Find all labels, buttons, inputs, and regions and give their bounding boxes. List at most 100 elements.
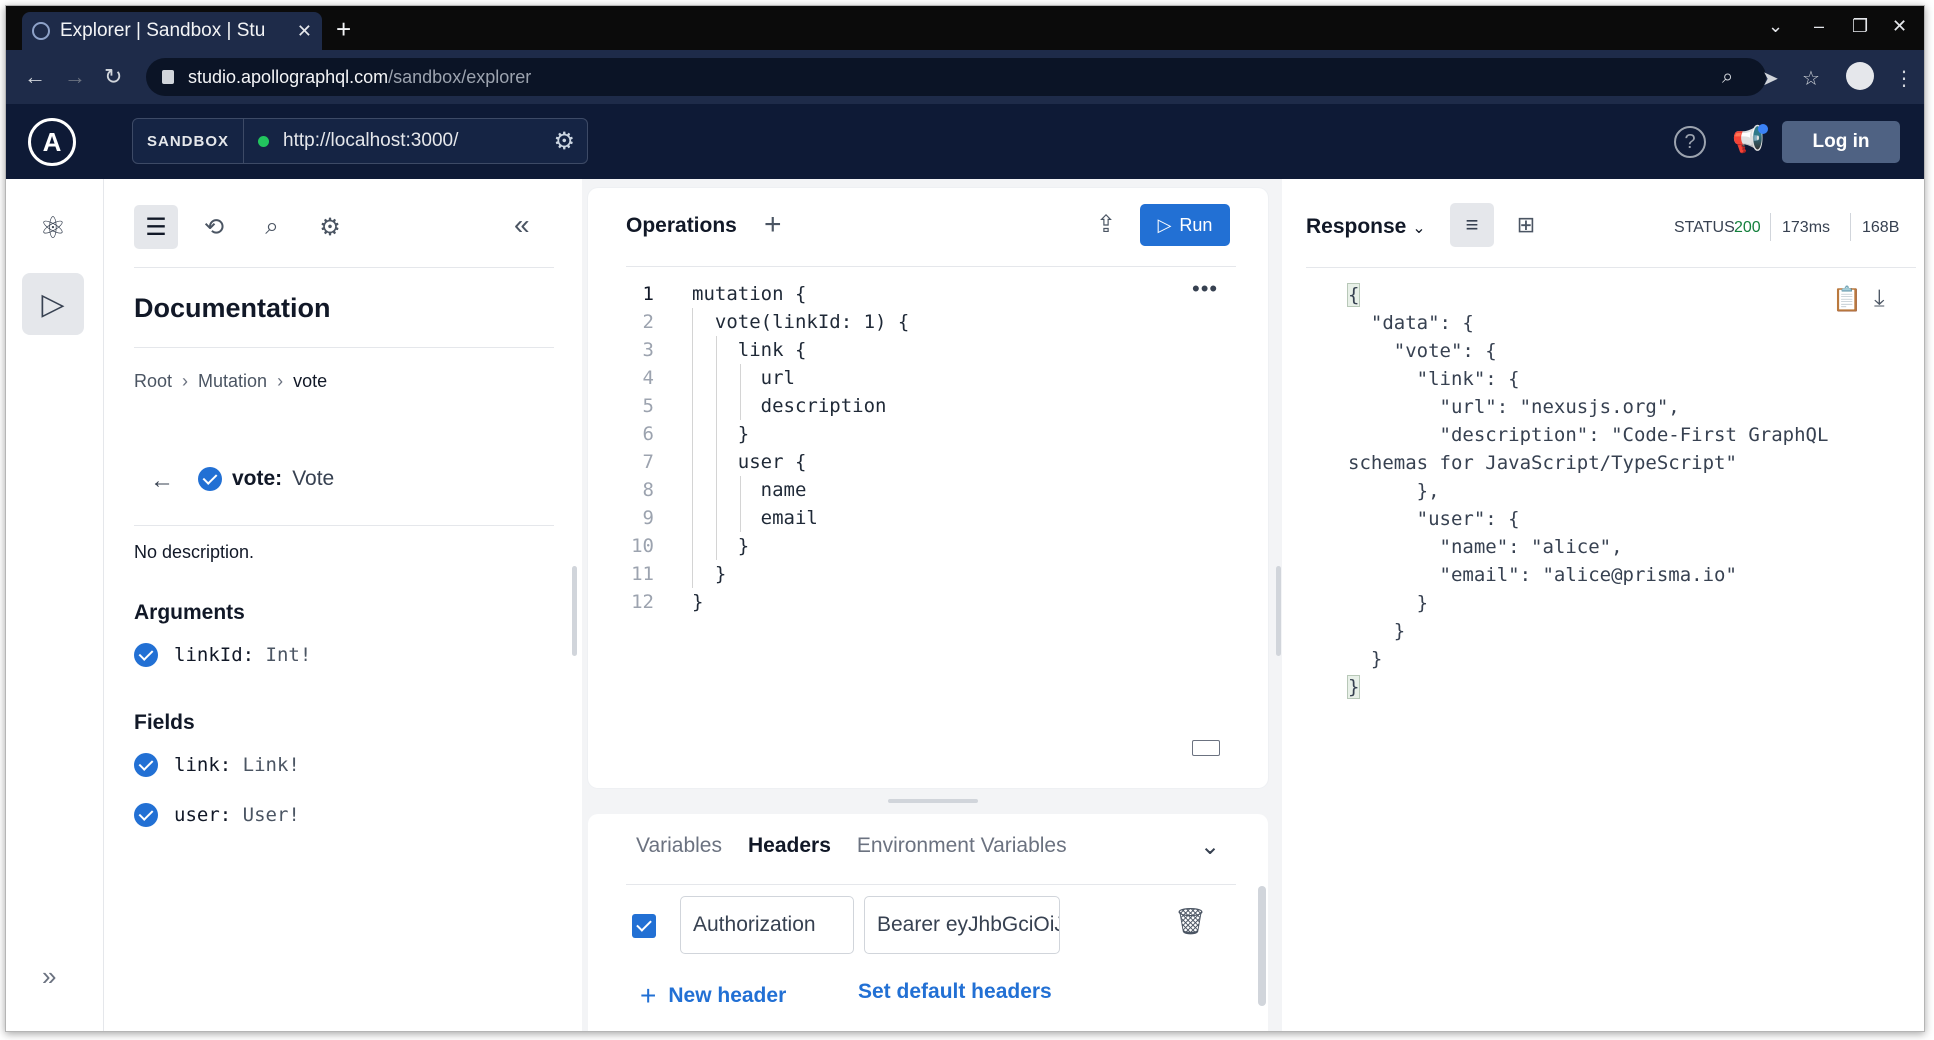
bookmark-star-icon[interactable]: ☆ <box>1802 66 1820 91</box>
json-line: "email": "alice@prisma.io" <box>1348 564 1737 586</box>
header-value-input[interactable]: Bearer eyJhbGciOiJIU <box>864 896 1060 954</box>
header-enabled-checkbox[interactable] <box>632 914 656 938</box>
argument-item[interactable]: linkId: Int! <box>134 643 311 667</box>
divider <box>134 347 554 348</box>
tab-close-icon[interactable]: ✕ <box>297 21 312 42</box>
collapse-panel-icon[interactable]: « <box>514 209 530 241</box>
chevron-down-icon: ⌄ <box>1412 220 1426 237</box>
json-line: "user": { <box>1348 508 1520 530</box>
response-json[interactable]: { "data": { "vote": { "link": { "url": "… <box>1346 281 1868 701</box>
field-item-user[interactable]: user: User! <box>134 803 300 827</box>
send-icon[interactable]: ➤ <box>1762 66 1779 91</box>
back-icon[interactable]: ← <box>24 64 46 90</box>
breadcrumb-separator: › <box>182 371 189 391</box>
code-line: email <box>692 507 818 529</box>
line-number: 4 <box>642 367 654 389</box>
response-size: 168B <box>1862 219 1900 236</box>
documentation-tab-icon[interactable]: ☰ <box>134 205 178 249</box>
field-item-link[interactable]: link: Link! <box>134 753 300 777</box>
tab-search-icon[interactable]: ⌄ <box>1768 16 1783 37</box>
login-button[interactable]: Log in <box>1782 121 1900 163</box>
status-code: 200 <box>1734 219 1761 236</box>
url-path: /sandbox/explorer <box>388 66 532 87</box>
code-line: description <box>692 395 887 417</box>
new-tab-button[interactable]: + <box>336 14 351 45</box>
breadcrumb-root[interactable]: Root <box>134 371 172 392</box>
json-line: schemas for JavaScript/TypeScript" <box>1348 452 1737 474</box>
tab-headers[interactable]: Headers <box>748 834 831 858</box>
field-item-type[interactable]: User! <box>243 804 300 826</box>
tab-variables[interactable]: Variables <box>636 834 722 858</box>
field-check-icon[interactable] <box>134 753 158 777</box>
json-line: } <box>1348 620 1406 642</box>
field-type[interactable]: Vote <box>292 467 334 491</box>
code-line: url <box>692 367 795 389</box>
field-item-type[interactable]: Link! <box>243 754 300 776</box>
forward-icon[interactable]: → <box>64 64 86 90</box>
table-view-icon[interactable]: ⊞ <box>1504 203 1548 247</box>
line-number: 1 <box>642 283 654 305</box>
line-number: 9 <box>642 507 654 529</box>
json-line: "name": "alice", <box>1348 536 1623 558</box>
headers-scrollbar[interactable] <box>1258 886 1266 1006</box>
keyboard-shortcuts-icon[interactable] <box>1192 740 1220 756</box>
operations-title: Operations <box>626 214 737 237</box>
selected-check-icon[interactable] <box>198 467 222 491</box>
back-arrow-icon[interactable]: ← <box>150 467 174 495</box>
profile-avatar-icon[interactable] <box>1846 62 1874 90</box>
history-icon[interactable]: ⟲ <box>192 205 236 249</box>
reload-icon[interactable]: ↻ <box>104 64 122 90</box>
announcements-megaphone-icon[interactable]: 📢 <box>1732 124 1769 155</box>
maximize-icon[interactable]: ❐ <box>1852 16 1868 37</box>
tab-title: Explorer | Sandbox | Stu <box>60 20 266 41</box>
run-button[interactable]: ▷ Run <box>1140 204 1230 246</box>
vertical-resize-handle[interactable] <box>888 799 978 803</box>
browser-tab[interactable]: Explorer | Sandbox | Stu ✕ <box>22 12 322 50</box>
explorer-play-icon[interactable]: ▷ <box>22 273 84 335</box>
url-host: studio.apollographql.com <box>188 66 389 87</box>
address-bar[interactable]: studio.apollographql.com/sandbox/explore… <box>146 58 1766 96</box>
download-icon[interactable]: ⤓ <box>1874 285 1885 313</box>
set-default-headers-button[interactable]: Set default headers <box>858 980 1052 1004</box>
code-line: user { <box>692 451 807 473</box>
argument-type[interactable]: Int! <box>266 644 312 666</box>
panel-resize-handle[interactable] <box>572 566 577 656</box>
apollo-logo-icon[interactable]: A <box>28 118 76 166</box>
more-options-icon[interactable]: ••• <box>1192 276 1218 302</box>
operations-panel: Operations + ⇪ ▷ Run ••• 1 2 3 4 5 6 7 8… <box>588 188 1268 788</box>
endpoint-url[interactable]: http://localhost:3000/ <box>283 130 553 152</box>
divider <box>134 267 554 268</box>
line-number: 12 <box>631 591 654 613</box>
response-title[interactable]: Response ⌄ <box>1306 215 1426 239</box>
breadcrumb-mutation[interactable]: Mutation <box>198 371 267 392</box>
argument-check-icon[interactable] <box>134 643 158 667</box>
new-header-label: New header <box>668 984 787 1007</box>
code-line: link { <box>692 339 807 361</box>
json-view-icon[interactable]: ≡ <box>1450 203 1494 247</box>
expand-sidebar-icon[interactable]: » <box>42 961 56 992</box>
share-icon[interactable]: ⇪ <box>1096 210 1116 239</box>
add-operation-icon[interactable]: + <box>764 208 782 242</box>
collapse-chevron-icon[interactable]: ⌄ <box>1200 832 1220 861</box>
search-icon[interactable]: ⌕ <box>250 205 294 249</box>
browser-menu-icon[interactable]: ⋮ <box>1894 66 1914 91</box>
connection-settings-gear-icon[interactable]: ⚙ <box>553 127 575 156</box>
close-window-icon[interactable]: ✕ <box>1892 16 1907 37</box>
help-icon[interactable]: ? <box>1674 126 1706 158</box>
new-header-button[interactable]: + New header <box>640 980 786 1012</box>
delete-header-trash-icon[interactable]: 🗑 <box>1174 906 1207 937</box>
field-check-icon[interactable] <box>134 803 158 827</box>
arguments-heading: Arguments <box>134 601 245 624</box>
minimize-icon[interactable]: – <box>1814 16 1824 37</box>
schema-graph-icon[interactable]: ⚛ <box>22 197 84 259</box>
plus-icon: + <box>640 980 657 1011</box>
zoom-icon[interactable]: ⌕ <box>1722 66 1733 89</box>
code-line: } <box>692 591 704 613</box>
breadcrumb: Root › Mutation › vote <box>134 371 327 392</box>
endpoint-selector[interactable]: SANDBOX http://localhost:3000/ ⚙ <box>132 118 588 164</box>
header-key-input[interactable]: Authorization <box>680 896 854 954</box>
tab-environment-variables[interactable]: Environment Variables <box>857 834 1067 858</box>
code-line: name <box>692 479 807 501</box>
panel-resize-handle[interactable] <box>1276 566 1281 656</box>
settings-gear-icon[interactable]: ⚙ <box>308 205 352 249</box>
